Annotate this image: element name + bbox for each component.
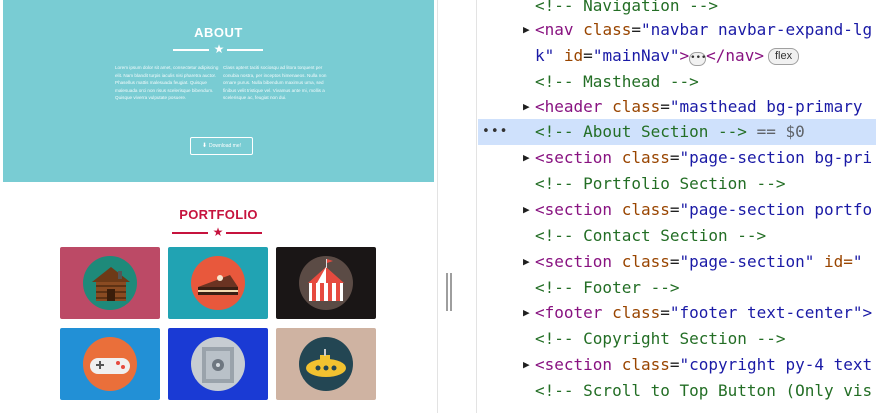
elements-panel: <!-- Navigation --> ▶ <nav class="navbar… [478,0,876,413]
tag-name: <section [535,200,613,219]
portfolio-item-game[interactable] [60,328,160,400]
dom-node-section-contact[interactable]: ▶ <section class="page-section" id=" [478,249,876,275]
tag-name: <footer [535,303,603,322]
about-text-right: Class aptent taciti sociosqu ad litora t… [223,65,327,101]
attr-name: id [563,46,584,65]
dom-node-section-portfolio[interactable]: ▶ <section class="page-section portfo [478,197,876,223]
comment-text: <!-- About Section --> [535,122,747,141]
portfolio-divider: ★ [172,225,262,239]
comment-text: <!-- Scroll to Top Button (Only vis [535,381,873,400]
attr-value: "page-section portfo [679,200,873,219]
comment-text: <!-- Masthead --> [535,72,699,91]
page-preview: ABOUT ★ Lorem ipsum dolor sit amet, cons… [0,0,437,413]
more-options-icon[interactable]: ••• [482,119,508,145]
attr-name: class [621,200,670,219]
about-section: ABOUT ★ Lorem ipsum dolor sit amet, cons… [3,0,434,182]
expand-triangle-icon[interactable]: ▶ [523,145,530,171]
expand-triangle-icon[interactable]: ▶ [523,300,530,326]
portfolio-item-cabin[interactable] [60,247,160,319]
attr-value: " [852,252,863,271]
download-button[interactable]: ⬇ Download me! [190,137,253,155]
expand-triangle-icon[interactable]: ▶ [523,197,530,223]
tag-name: <header [535,97,603,116]
flex-badge[interactable]: flex [767,48,800,65]
dom-node-footer[interactable]: ▶ <footer class="footer text-center"> [478,300,876,326]
collapsed-content-button[interactable]: ••• [689,52,706,66]
expand-triangle-icon[interactable]: ▶ [523,352,530,378]
dom-node-comment-masthead[interactable]: <!-- Masthead --> [478,69,876,95]
tag-name: <section [535,148,613,167]
attr-name: class [621,148,670,167]
dom-node-nav-continued[interactable]: k" id="mainNav">•••</nav> flex [478,43,876,69]
dom-node-comment-scroll-top[interactable]: <!-- Scroll to Top Button (Only vis [478,378,876,404]
attr-name: class [583,20,632,39]
about-title: ABOUT [194,25,243,40]
dom-node-section-copyright[interactable]: ▶ <section class="copyright py-4 text [478,352,876,378]
about-divider: ★ [173,42,263,56]
expand-triangle-icon[interactable]: ▶ [523,249,530,275]
tag-name: <nav [535,20,574,39]
star-icon: ★ [212,225,224,239]
attr-value: "mainNav" [592,46,680,65]
tag-name: <section [535,355,613,374]
attr-name: class [621,252,670,271]
dom-node-nav[interactable]: ▶ <nav class="navbar navbar-expand-lg [478,17,876,43]
attr-value: "masthead bg-primary [669,97,863,116]
drag-handle-icon[interactable] [446,273,452,311]
expand-triangle-icon[interactable]: ▶ [523,17,530,43]
selected-node-marker: == $0 [756,122,805,141]
attr-value: "page-section bg-pri [679,148,873,167]
portfolio-item-submarine[interactable] [276,328,376,400]
dom-node-comment-contact[interactable]: <!-- Contact Section --> [478,223,876,249]
dom-node-section-about[interactable]: ▶ <section class="page-section bg-pri [478,145,876,171]
comment-text: <!-- Footer --> [535,278,680,297]
about-text-left: Lorem ipsum dolor sit amet, consectetur … [115,65,219,101]
portfolio-item-cake[interactable] [168,247,268,319]
divider-line-right [226,232,262,234]
download-icon: ⬇ [202,143,208,149]
tag-name: <section [535,252,613,271]
dom-node-comment-copyright[interactable]: <!-- Copyright Section --> [478,326,876,352]
cake-icon [198,275,238,295]
panel-splitter[interactable] [437,0,477,413]
divider-line-left [173,49,209,51]
expand-triangle-icon[interactable]: ▶ [523,94,530,120]
comment-text: <!-- Contact Section --> [535,226,767,245]
star-icon: ★ [213,42,225,56]
dom-node-comment-about-selected[interactable]: ••• <!-- About Section --> == $0 [478,119,876,145]
attr-name: id= [824,252,853,271]
download-label: Download me! [209,143,241,149]
attr-value: "copyright py-4 text [679,355,873,374]
dom-node-comment-footer[interactable]: <!-- Footer --> [478,275,876,301]
attr-value-continued: k" [535,46,555,65]
divider-line-right [227,49,263,51]
circus-tent-icon [308,259,344,301]
closing-tag: </nav> [706,46,764,65]
portfolio-item-safe[interactable] [168,328,268,400]
portfolio-item-circus[interactable] [276,247,376,319]
comment-text: <!-- Portfolio Section --> [535,174,786,193]
attr-name: class [612,303,661,322]
dom-node-comment-portfolio[interactable]: <!-- Portfolio Section --> [478,171,876,197]
attr-value: "page-section" [679,252,815,271]
dom-node-header[interactable]: ▶ <header class="masthead bg-primary [478,94,876,120]
attr-name: class [612,97,661,116]
attr-value: "navbar navbar-expand-lg [640,20,873,39]
attr-value: "footer text-center"> [669,303,873,322]
game-controller-icon [90,358,130,374]
cabin-icon [92,267,130,301]
divider-line-left [172,232,208,234]
comment-text: <!-- Copyright Section --> [535,329,786,348]
submarine-icon [306,349,346,377]
attr-name: class [621,355,670,374]
safe-icon [202,347,234,383]
portfolio-title: PORTFOLIO [179,207,258,222]
